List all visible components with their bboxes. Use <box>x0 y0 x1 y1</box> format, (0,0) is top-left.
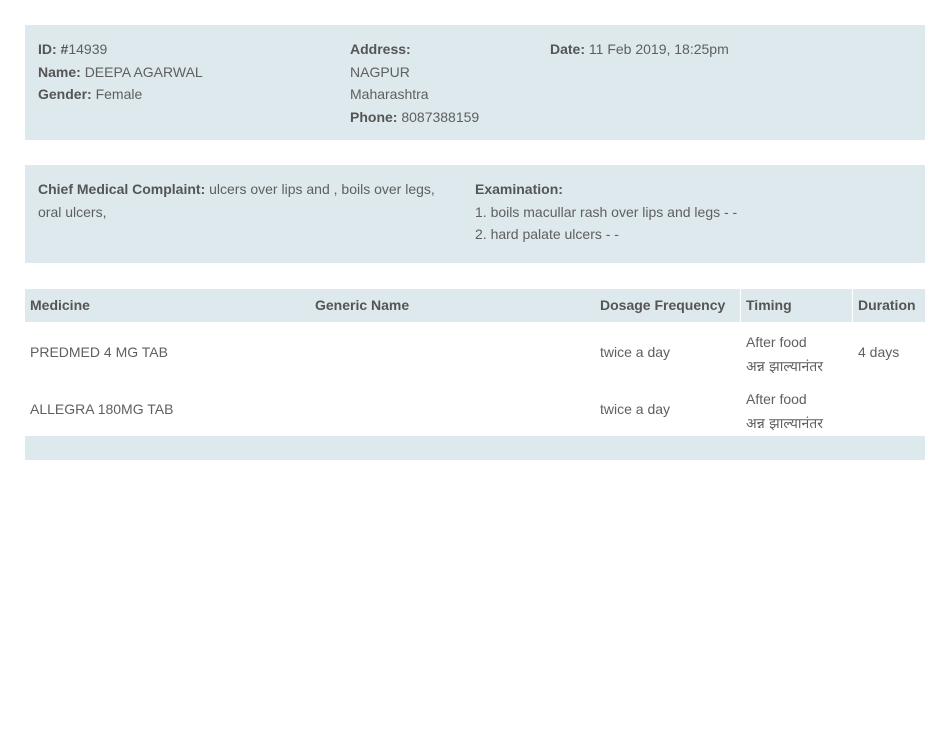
header-divider <box>740 289 741 322</box>
dosage-cell: twice a day <box>600 344 671 360</box>
duration-cell: 4 days <box>858 344 900 360</box>
patient-gender-line: Gender: Female <box>38 83 203 106</box>
patient-id-label: ID: # <box>38 41 69 57</box>
header-timing: Timing <box>746 297 792 313</box>
medicine-cell: ALLEGRA 180MG TAB <box>30 401 174 417</box>
header-dosage-frequency: Dosage Frequency <box>600 297 726 313</box>
timing-cell: After food अन्न झाल्यानंतर <box>746 387 823 437</box>
timing-marathi: अन्न झाल्यानंतर <box>746 416 823 432</box>
table-footer <box>25 436 925 460</box>
address-label: Address: <box>350 41 411 57</box>
timing-english: After food <box>746 391 807 407</box>
examination-item: 1. boils macullar rash over lips and leg… <box>475 203 738 220</box>
visit-details: Date: 11 Feb 2019, 18:25pm <box>550 38 729 61</box>
address-city: NAGPUR <box>350 63 410 80</box>
phone-line: Phone: 8087388159 <box>350 106 479 129</box>
medicine-cell: PREDMED 4 MG TAB <box>30 344 168 360</box>
clinical-notes-panel: Chief Medical Complaint: ulcers over lip… <box>25 165 925 263</box>
header-medicine: Medicine <box>30 297 90 313</box>
date-label: Date: <box>550 41 586 57</box>
header-duration: Duration <box>858 297 916 313</box>
patient-id-line: ID: #14939 <box>38 38 203 61</box>
chief-complaint: Chief Medical Complaint: ulcers over lip… <box>38 178 438 223</box>
table-row: PREDMED 4 MG TAB twice a day After food … <box>25 322 925 379</box>
phone-value: 8087388159 <box>401 109 480 126</box>
dosage-cell: twice a day <box>600 401 671 417</box>
complaint-label: Chief Medical Complaint: <box>38 181 206 197</box>
timing-english: After food <box>746 334 807 350</box>
examination: Examination: 1. boils macullar rash over… <box>475 178 737 246</box>
patient-name-value: DEEPA AGARWAL <box>84 63 203 80</box>
table-header: Medicine Generic Name Dosage Frequency T… <box>25 289 925 322</box>
patient-id-value: 14939 <box>68 41 108 57</box>
patient-gender-label: Gender: <box>38 86 92 103</box>
patient-details: ID: #14939 Name: DEEPA AGARWAL Gender: F… <box>38 38 203 106</box>
date-value: 11 Feb 2019, 18:25pm <box>588 41 729 57</box>
header-generic-name: Generic Name <box>315 297 410 313</box>
header-divider <box>852 289 853 322</box>
phone-label: Phone: <box>350 109 398 126</box>
table-row: ALLEGRA 180MG TAB twice a day After food… <box>25 379 925 436</box>
examination-label: Examination: <box>475 181 563 197</box>
timing-cell: After food अन्न झाल्यानंतर <box>746 330 823 380</box>
address-details: Address: NAGPUR Maharashtra Phone: 80873… <box>350 38 479 129</box>
patient-name-label: Name: <box>38 63 81 80</box>
patient-gender-value: Female <box>95 86 143 103</box>
address-state: Maharashtra <box>350 86 429 103</box>
patient-name-line: Name: DEEPA AGARWAL <box>38 61 203 84</box>
prescription-table: Medicine Generic Name Dosage Frequency T… <box>25 289 925 460</box>
timing-marathi: अन्न झाल्यानंतर <box>746 359 823 375</box>
patient-info-panel: ID: #14939 Name: DEEPA AGARWAL Gender: F… <box>25 25 925 140</box>
examination-item: 2. hard palate ulcers - - <box>475 226 619 243</box>
